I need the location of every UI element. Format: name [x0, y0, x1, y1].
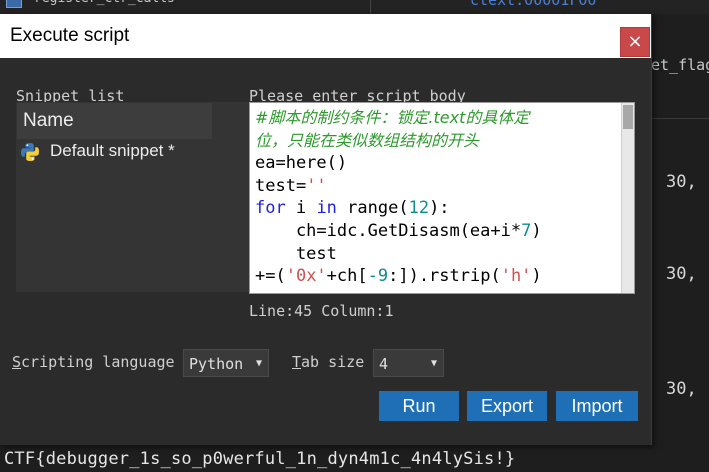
snippet-item-label: Default snippet *	[50, 141, 175, 160]
code-line: ea=here()	[255, 153, 348, 174]
code-token: +=(	[255, 266, 286, 287]
tab-size-select[interactable]: 4 ▼	[373, 349, 444, 377]
import-button[interactable]: Import	[556, 391, 638, 421]
scripting-language-label: Scripting language	[12, 353, 175, 371]
code-token: i	[285, 198, 317, 219]
background-number: 30,	[666, 172, 697, 192]
python-icon	[21, 143, 39, 161]
script-code: #脚本的制约条件：锁定.text的具体定 位，只能在类似数组结构的开头 ea=h…	[255, 107, 615, 288]
list-header-name[interactable]: Name	[17, 103, 212, 139]
code-number: 12	[408, 198, 430, 219]
code-line: test	[255, 243, 337, 264]
tab-size-value: 4	[379, 355, 389, 373]
code-number: -9	[367, 266, 389, 287]
ctf-output-text: CTF{debugger_1s_so_p0werful_1n_dyn4m1c_4…	[4, 449, 516, 469]
scrollbar-thumb[interactable]	[623, 105, 633, 129]
scripting-language-value: Python	[189, 355, 244, 373]
background-number: 30,	[666, 379, 697, 399]
code-token: )	[531, 266, 542, 287]
code-token: +ch[	[326, 266, 368, 287]
code-string: ''	[306, 175, 327, 196]
code-token: ch=idc.GetDisasm(ea+i*	[255, 220, 522, 241]
close-button[interactable]: ×	[620, 27, 650, 57]
background-flag-fragment: et_flag	[651, 56, 709, 74]
code-comment: #脚本的制约条件：锁定.text的具体定	[255, 108, 530, 127]
dialog-titlebar[interactable]: Execute script ×	[0, 14, 651, 58]
scripting-language-select[interactable]: Python ▼	[183, 349, 269, 377]
code-comment: 位，只能在类似数组结构的开头	[255, 130, 480, 150]
script-editor[interactable]: #脚本的制约条件：锁定.text的具体定 位，只能在类似数组结构的开头 ea=h…	[249, 102, 635, 294]
code-token: test=	[255, 175, 307, 196]
background-right-panel	[651, 14, 709, 472]
code-token: )	[531, 220, 542, 241]
editor-scrollbar[interactable]	[621, 103, 634, 293]
pane-divider	[370, 0, 371, 14]
code-number: 7	[521, 220, 532, 241]
code-string: 'h'	[500, 266, 532, 287]
code-keyword: in	[316, 198, 337, 219]
code-token: range(	[336, 198, 409, 219]
tab-size-label: Tab size	[292, 353, 365, 371]
code-keyword: for	[255, 198, 286, 219]
dropdown-arrow-icon: ▼	[255, 358, 262, 369]
background-divider	[651, 118, 709, 119]
background-top-right-text: ctext:00001F00	[470, 0, 597, 9]
export-button[interactable]: Export	[467, 391, 547, 421]
code-token: ):	[429, 198, 450, 219]
run-button[interactable]: Run	[379, 391, 459, 421]
dialog-title: Execute script	[10, 25, 130, 46]
code-token: :]).rstrip(	[388, 266, 501, 287]
background-top-left-text: register_ctr_calls	[34, 0, 175, 6]
code-string: '0x'	[285, 266, 327, 287]
file-icon	[6, 0, 22, 8]
dropdown-arrow-icon: ▼	[430, 358, 437, 369]
cursor-position-status: Line:45 Column:1	[249, 302, 394, 320]
background-number: 30,	[666, 264, 697, 284]
